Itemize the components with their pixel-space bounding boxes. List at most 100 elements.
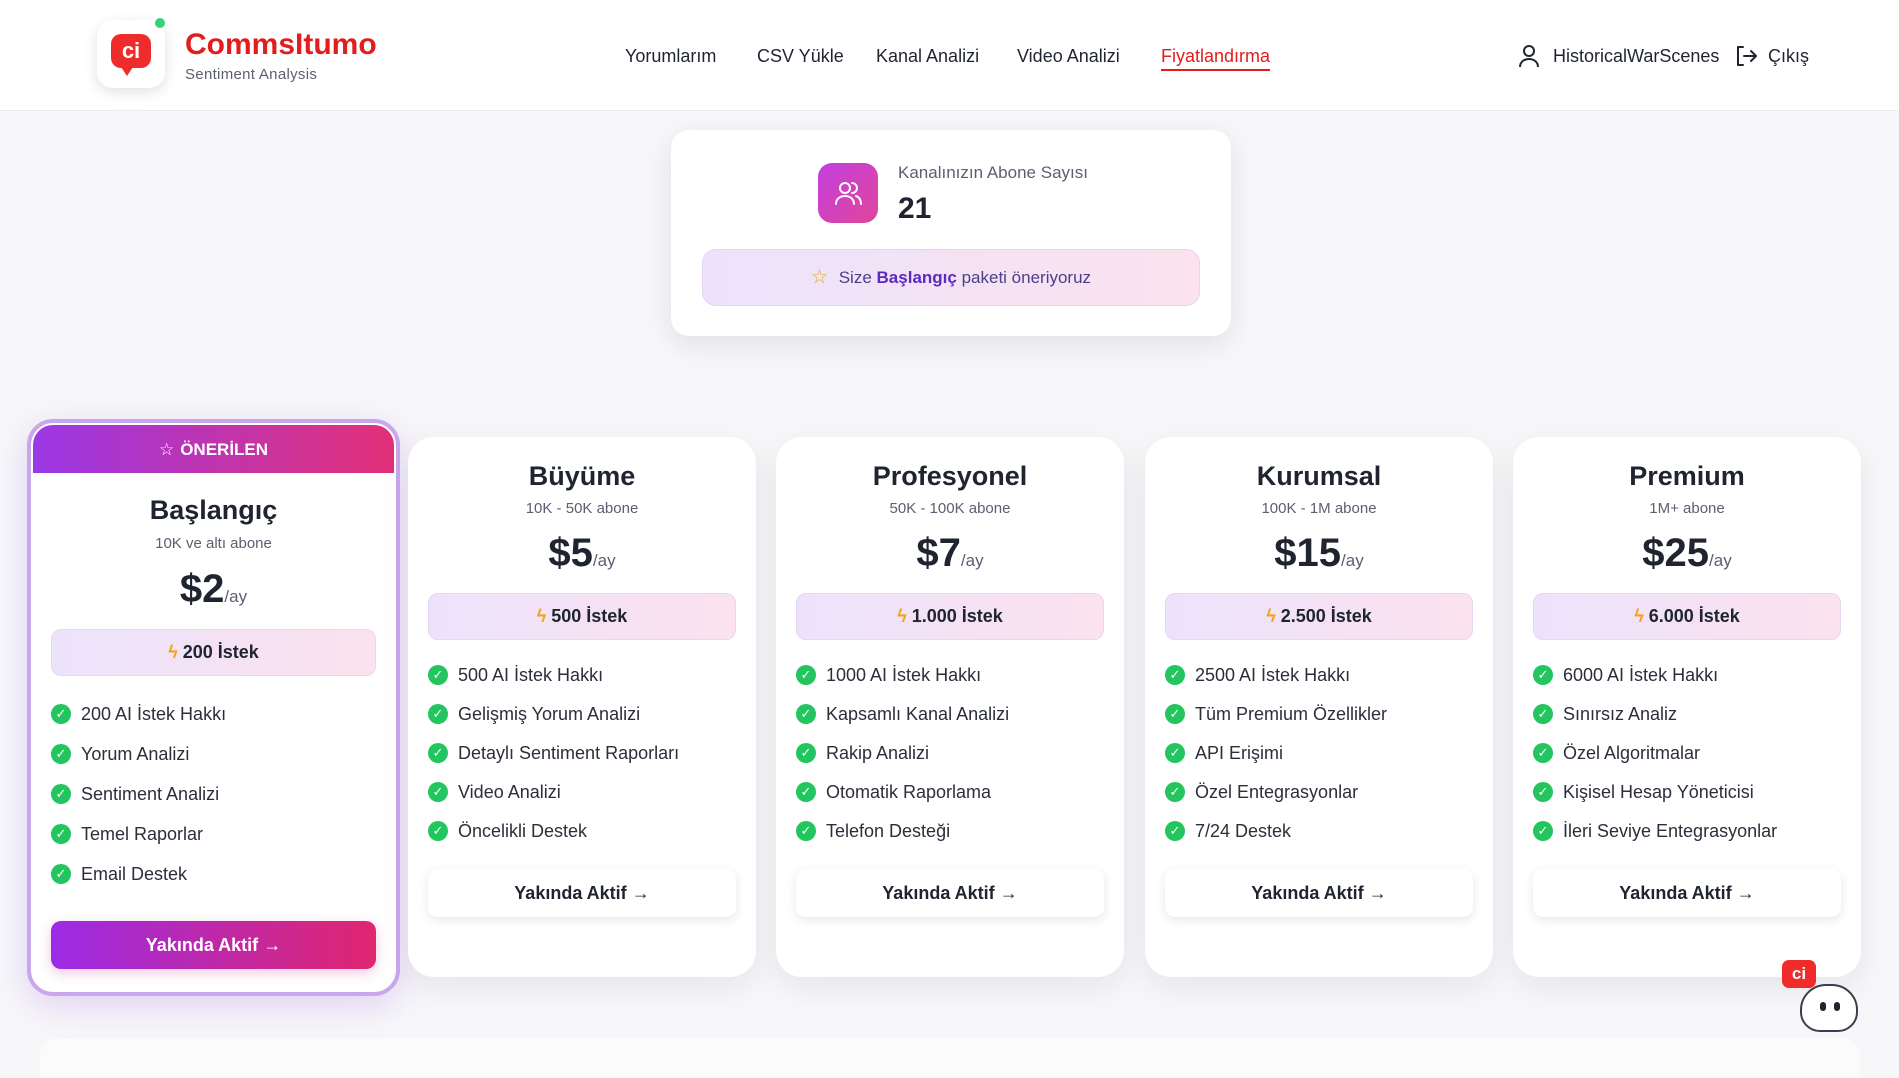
plan-cta-button[interactable]: Yakında Aktif → bbox=[796, 869, 1104, 917]
request-quota: ϟ 2.500 İstek bbox=[1165, 593, 1473, 640]
price-period: /ay bbox=[1709, 551, 1732, 570]
nav-csv-yukle[interactable]: CSV Yükle bbox=[757, 46, 844, 67]
check-icon: ✓ bbox=[1533, 821, 1553, 841]
nav-video-analizi[interactable]: Video Analizi bbox=[1017, 46, 1120, 67]
check-icon: ✓ bbox=[51, 744, 71, 764]
plan-name: Profesyonel bbox=[872, 461, 1028, 491]
feature-item: ✓ Kapsamlı Kanal Analizi bbox=[796, 703, 1114, 742]
feature-list: ✓ 6000 AI İstek Hakkı ✓ Sınırsız Analiz ✓ Ö… bbox=[1533, 664, 1851, 859]
chat-mascot-button[interactable]: ci bbox=[1782, 960, 1862, 1040]
price-amount: $2 bbox=[179, 567, 225, 611]
plan-cta-button[interactable]: Yakında Aktif → bbox=[1165, 869, 1473, 917]
check-icon: ✓ bbox=[1533, 704, 1553, 724]
plan-range: 1M+ abone bbox=[1649, 500, 1725, 517]
check-icon: ✓ bbox=[1165, 704, 1185, 724]
plan-price: $5/ay bbox=[408, 531, 756, 576]
plan-name: Premium bbox=[1629, 461, 1745, 491]
plan-card-profesyonel: Profesyonel 50K - 100K abone $7/ay ϟ 1.00… bbox=[776, 437, 1124, 977]
plan-card-kurumsal: Kurumsal 100K - 1M abone $15/ay ϟ 2.500 İ… bbox=[1145, 437, 1493, 977]
recommended-plan-name: Başlangıç bbox=[876, 268, 957, 287]
feature-item: ✓ Özel Algoritmalar bbox=[1533, 742, 1851, 781]
mascot-logo-icon: ci bbox=[1782, 960, 1816, 988]
plan-price: $7/ay bbox=[776, 531, 1124, 576]
arrow-right-icon: → bbox=[263, 935, 282, 955]
check-icon: ✓ bbox=[428, 782, 448, 802]
feature-item: ✓ 2500 AI İstek Hakkı bbox=[1165, 664, 1483, 703]
request-quota: ϟ 1.000 İstek bbox=[796, 593, 1104, 640]
recommend-suffix: paketi öneriyoruz bbox=[961, 268, 1092, 287]
logout-button[interactable]: Çıkış bbox=[1768, 46, 1809, 67]
plan-range: 100K - 1M abone bbox=[1261, 500, 1377, 517]
request-count: 1.000 İstek bbox=[911, 606, 1003, 626]
request-count: 500 İstek bbox=[551, 606, 628, 626]
nav-kanal-analizi[interactable]: Kanal Analizi bbox=[876, 46, 979, 67]
check-icon: ✓ bbox=[428, 743, 448, 763]
price-period: /ay bbox=[960, 551, 984, 570]
feature-item: ✓ 500 AI İstek Hakkı bbox=[428, 664, 746, 703]
check-icon: ✓ bbox=[796, 704, 816, 724]
plan-name: Başlangıç bbox=[149, 495, 278, 525]
price-period: /ay bbox=[1341, 551, 1364, 570]
check-icon: ✓ bbox=[1165, 665, 1185, 685]
price-period: /ay bbox=[224, 587, 248, 606]
check-icon: ✓ bbox=[1165, 821, 1185, 841]
recommendation-banner: ☆ Size Başlangıç paketi öneriyoruz bbox=[702, 249, 1200, 306]
star-icon: ☆ bbox=[158, 440, 175, 459]
feature-item: ✓ Kişisel Hesap Yöneticisi bbox=[1533, 781, 1851, 820]
check-icon: ✓ bbox=[796, 821, 816, 841]
subscriber-card: Kanalınızın Abone Sayısı 21 ☆ Size Başla… bbox=[671, 130, 1231, 336]
online-status-dot bbox=[153, 16, 167, 30]
plan-cta-button[interactable]: Yakında Aktif → bbox=[51, 921, 376, 969]
user-icon bbox=[1519, 45, 1539, 68]
recommend-prefix: Size bbox=[838, 268, 872, 287]
plan-card-buyume: Büyüme 10K - 50K abone $5/ay ϟ 500 İstek … bbox=[408, 437, 756, 977]
check-icon: ✓ bbox=[428, 665, 448, 685]
feature-item: ✓ API Erişimi bbox=[1165, 742, 1483, 781]
plan-range: 10K - 50K abone bbox=[525, 500, 639, 517]
check-icon: ✓ bbox=[1165, 782, 1185, 802]
badge-label: ÖNERİLEN bbox=[180, 440, 269, 459]
check-icon: ✓ bbox=[428, 704, 448, 724]
logout-icon[interactable] bbox=[1734, 44, 1758, 68]
feature-item: ✓ Telefon Desteği bbox=[796, 820, 1114, 859]
user-name[interactable]: HistoricalWarScenes bbox=[1553, 46, 1719, 67]
request-count: 6.000 İstek bbox=[1648, 606, 1740, 626]
price-amount: $25 bbox=[1642, 531, 1710, 575]
check-icon: ✓ bbox=[796, 665, 816, 685]
check-icon: ✓ bbox=[1533, 782, 1553, 802]
feature-item: ✓ Yorum Analizi bbox=[51, 743, 386, 783]
check-icon: ✓ bbox=[51, 704, 71, 724]
plan-price: $25/ay bbox=[1513, 531, 1861, 576]
request-count: 2.500 İstek bbox=[1280, 606, 1372, 626]
feature-item: ✓ Rakip Analizi bbox=[796, 742, 1114, 781]
plan-cta-button[interactable]: Yakında Aktif → bbox=[1533, 869, 1841, 917]
feature-item: ✓ Temel Raporlar bbox=[51, 823, 386, 863]
check-icon: ✓ bbox=[1165, 743, 1185, 763]
arrow-right-icon: → bbox=[1736, 883, 1755, 903]
request-quota: ϟ 200 İstek bbox=[51, 629, 376, 676]
lightning-icon: ϟ bbox=[897, 606, 907, 626]
lightning-icon: ϟ bbox=[536, 606, 547, 626]
feature-item: ✓ 200 AI İstek Hakkı bbox=[51, 703, 386, 743]
plan-name: Kurumsal bbox=[1256, 461, 1382, 491]
subscriber-label: Kanalınızın Abone Sayısı bbox=[898, 163, 1088, 182]
nav-yorumlarim[interactable]: Yorumlarım bbox=[625, 46, 716, 67]
next-section-edge bbox=[40, 1038, 1860, 1078]
feature-item: ✓ Tüm Premium Özellikler bbox=[1165, 703, 1483, 742]
top-header: ci CommsItumo Sentiment Analysis Yorumla… bbox=[0, 0, 1899, 111]
arrow-right-icon: → bbox=[631, 883, 650, 903]
plan-card-baslangic: ☆ ÖNERİLEN Başlangıç 10K ve altı abone $2… bbox=[27, 419, 400, 996]
check-icon: ✓ bbox=[51, 784, 71, 804]
plan-card-premium: Premium 1M+ abone $25/ay ϟ 6.000 İstek ✓ 6… bbox=[1513, 437, 1861, 977]
request-count: 200 İstek bbox=[182, 642, 259, 662]
mascot-eye bbox=[1834, 1002, 1840, 1011]
plan-name: Büyüme bbox=[528, 461, 636, 491]
price-period: /ay bbox=[592, 551, 616, 570]
plan-cta-button[interactable]: Yakında Aktif → bbox=[428, 869, 736, 917]
nav-fiyatlandirma[interactable]: Fiyatlandırma bbox=[1161, 46, 1271, 71]
check-icon: ✓ bbox=[1533, 743, 1553, 763]
feature-item: ✓ 1000 AI İstek Hakkı bbox=[796, 664, 1114, 703]
lightning-icon: ϟ bbox=[168, 642, 178, 662]
lightning-icon: ϟ bbox=[1266, 606, 1276, 626]
feature-list: ✓ 1000 AI İstek Hakkı ✓ Kapsamlı Kanal Ana… bbox=[796, 664, 1114, 859]
